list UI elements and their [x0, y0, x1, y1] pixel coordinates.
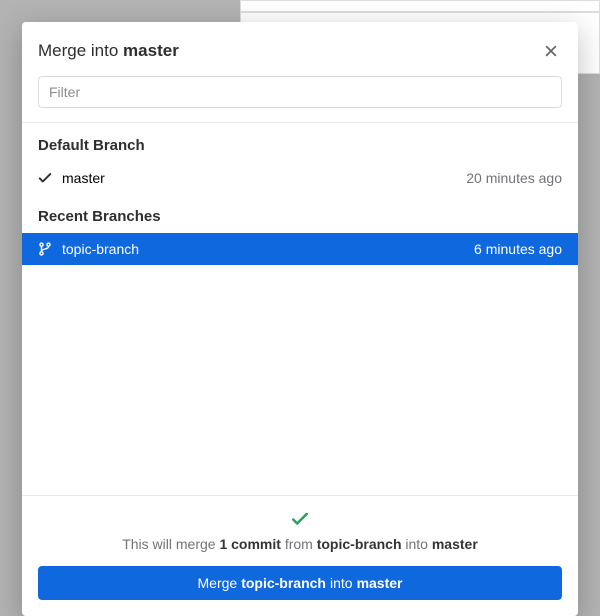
modal-title: Merge into master — [38, 41, 179, 61]
summary-mid1: from — [281, 536, 317, 552]
merge-btn-mid: into — [330, 575, 353, 591]
merge-summary-text: This will merge 1 commit from topic-bran… — [38, 536, 562, 552]
close-button[interactable] — [540, 36, 562, 66]
modal-title-branch: master — [123, 41, 179, 60]
summary-prefix: This will merge — [122, 536, 219, 552]
branch-item-label: master — [62, 170, 466, 186]
summary-to-branch: master — [432, 536, 478, 552]
summary-mid2: into — [402, 536, 432, 552]
check-icon — [38, 510, 562, 528]
branch-item-topic-branch[interactable]: topic-branch 6 minutes ago — [22, 233, 578, 265]
branch-item-time: 20 minutes ago — [466, 170, 562, 186]
recent-branches-section-header: Recent Branches — [22, 194, 578, 233]
merge-btn-from: topic-branch — [241, 575, 326, 591]
filter-input[interactable] — [38, 76, 562, 108]
background-panel-top — [240, 0, 600, 12]
branch-list: Default Branch master 20 minutes ago Rec… — [22, 123, 578, 495]
summary-commit-count: 1 commit — [219, 536, 280, 552]
default-branch-section-header: Default Branch — [22, 123, 578, 162]
branch-item-time: 6 minutes ago — [474, 241, 562, 257]
modal-title-prefix: Merge into — [38, 41, 123, 60]
checkmark-icon — [38, 171, 58, 185]
git-branch-icon — [38, 241, 58, 257]
merge-btn-prefix: Merge — [198, 575, 238, 591]
branch-item-master[interactable]: master 20 minutes ago — [22, 162, 578, 194]
summary-from-branch: topic-branch — [317, 536, 402, 552]
merge-button[interactable]: Merge topic-branch into master — [38, 566, 562, 600]
branch-item-label: topic-branch — [62, 241, 474, 257]
close-icon — [544, 38, 558, 63]
modal-footer: This will merge 1 commit from topic-bran… — [22, 495, 578, 616]
modal-header: Merge into master — [22, 22, 578, 76]
merge-btn-to: master — [357, 575, 403, 591]
merge-modal: Merge into master Default Branch master … — [22, 22, 578, 616]
filter-wrap — [22, 76, 578, 122]
